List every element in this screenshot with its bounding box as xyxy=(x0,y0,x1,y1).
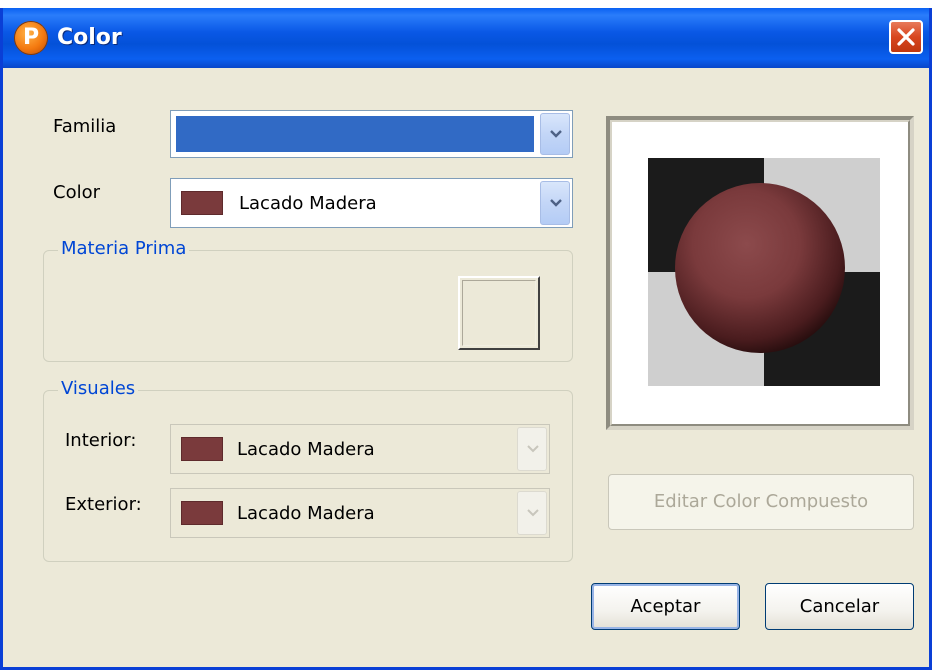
visuales-legend: Visuales xyxy=(58,378,139,399)
interior-combo[interactable]: Lacado Madera xyxy=(170,424,550,474)
interior-selected-value: Lacado Madera xyxy=(237,439,375,460)
exterior-dropdown-button[interactable] xyxy=(517,491,547,535)
exterior-combo[interactable]: Lacado Madera xyxy=(170,488,550,538)
interior-label: Interior: xyxy=(65,430,137,451)
chevron-down-icon xyxy=(550,130,562,138)
close-button[interactable] xyxy=(889,20,923,54)
color-selected-value: Lacado Madera xyxy=(239,193,377,214)
color-combo[interactable]: Lacado Madera xyxy=(170,178,573,228)
chevron-down-icon xyxy=(527,445,539,453)
materia-prima-legend: Materia Prima xyxy=(58,238,190,259)
chevron-down-icon xyxy=(550,199,562,207)
title-bar[interactable]: P Color xyxy=(3,8,929,68)
color-swatch xyxy=(181,191,223,215)
aceptar-button[interactable]: Aceptar xyxy=(591,583,740,630)
familia-combo[interactable] xyxy=(170,110,573,158)
editar-color-compuesto-button[interactable]: Editar Color Compuesto xyxy=(608,474,914,530)
materia-prima-swatch-button[interactable] xyxy=(458,276,540,350)
window-title: Color xyxy=(57,25,122,50)
exterior-swatch xyxy=(181,501,223,525)
app-logo-letter: P xyxy=(22,25,40,50)
color-label: Color xyxy=(53,182,100,203)
exterior-selected-value: Lacado Madera xyxy=(237,503,375,524)
app-logo-icon: P xyxy=(15,22,47,54)
familia-selected-value xyxy=(176,116,534,152)
familia-label: Familia xyxy=(53,116,117,137)
color-dropdown-button[interactable] xyxy=(540,181,570,225)
cancelar-button[interactable]: Cancelar xyxy=(765,583,914,630)
close-icon xyxy=(897,28,915,46)
chevron-down-icon xyxy=(527,509,539,517)
sphere xyxy=(675,183,845,353)
interior-dropdown-button[interactable] xyxy=(517,427,547,471)
sphere-preview-image xyxy=(648,158,880,386)
exterior-label: Exterior: xyxy=(65,494,142,515)
color-dialog: P Color Familia Color Lacado Madera Mate… xyxy=(0,8,932,670)
interior-swatch xyxy=(181,437,223,461)
materia-prima-swatch-well xyxy=(462,280,536,346)
familia-dropdown-button[interactable] xyxy=(540,113,570,155)
color-preview xyxy=(606,116,914,430)
